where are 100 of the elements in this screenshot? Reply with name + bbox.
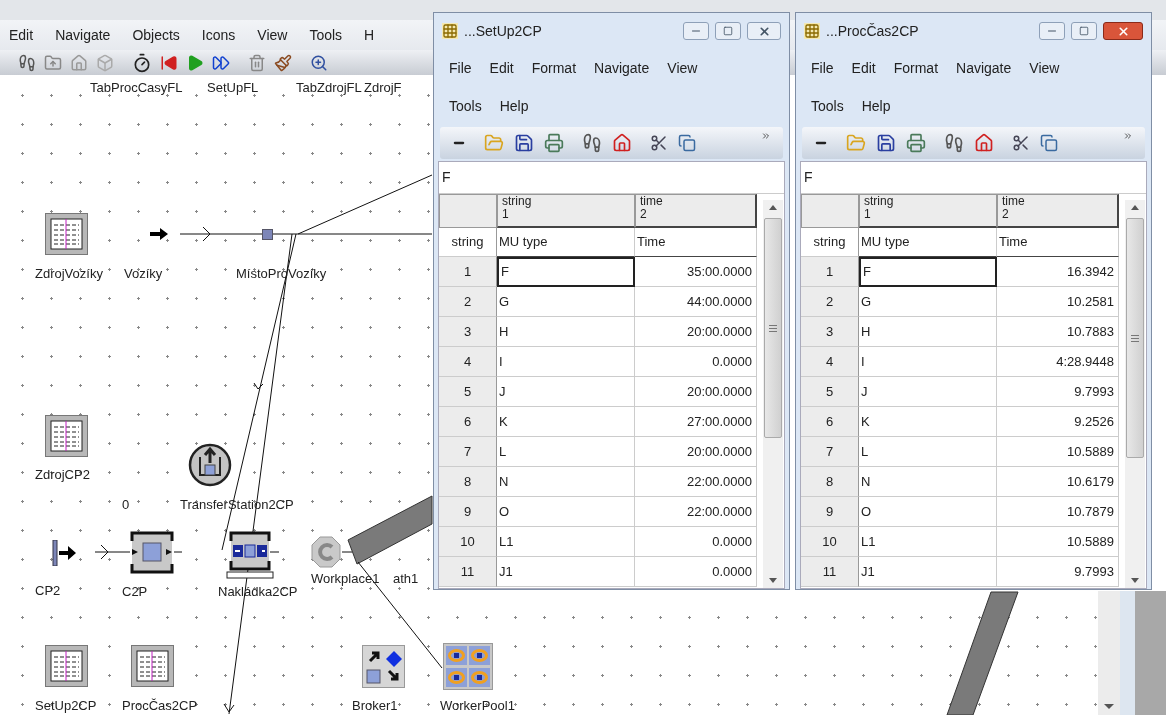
menu-item[interactable]: Icons xyxy=(193,24,244,46)
row-number[interactable]: 10 xyxy=(801,527,859,557)
table-cell[interactable]: 9.7993 xyxy=(997,377,1119,407)
station-icon[interactable] xyxy=(130,531,174,574)
path-segment[interactable] xyxy=(347,495,433,565)
column-header[interactable]: string 1 xyxy=(497,194,635,228)
row-number[interactable]: 1 xyxy=(801,257,859,287)
brush-icon[interactable] xyxy=(274,53,292,72)
save-icon[interactable] xyxy=(514,133,534,153)
scrollbar[interactable] xyxy=(1125,200,1145,588)
scissors-icon[interactable] xyxy=(1012,134,1030,152)
table-cell[interactable]: 10.5889 xyxy=(997,527,1119,557)
table-cell[interactable]: J1 xyxy=(497,557,635,587)
row-number[interactable]: 9 xyxy=(439,497,497,527)
row-number[interactable]: 5 xyxy=(439,377,497,407)
row-number[interactable]: 3 xyxy=(801,317,859,347)
menu-item[interactable]: Navigate xyxy=(47,24,119,46)
row-number[interactable]: 5 xyxy=(801,377,859,407)
menu-item[interactable]: H xyxy=(356,24,383,46)
table-cell[interactable]: 9.7993 xyxy=(997,557,1119,587)
copy-icon[interactable] xyxy=(1040,134,1058,152)
menu-item[interactable]: Navigate xyxy=(947,49,1021,87)
table-cell[interactable]: 9.2526 xyxy=(997,407,1119,437)
assembly-station-icon[interactable] xyxy=(225,531,275,580)
table-cell[interactable]: K xyxy=(859,407,997,437)
table-cell[interactable]: N xyxy=(497,467,635,497)
table-cell[interactable]: I xyxy=(497,347,635,377)
trash-icon[interactable] xyxy=(248,53,266,72)
menu-item[interactable]: Tools xyxy=(440,87,491,125)
table-cell[interactable]: 35:00.0000 xyxy=(635,257,757,287)
scroll-thumb[interactable] xyxy=(764,218,782,438)
table-cell[interactable]: J xyxy=(497,377,635,407)
row-number[interactable]: 8 xyxy=(801,467,859,497)
table-icon[interactable] xyxy=(45,213,88,255)
home-icon[interactable] xyxy=(612,133,632,153)
table-cell[interactable]: L1 xyxy=(497,527,635,557)
scroll-up-icon[interactable] xyxy=(1131,204,1139,210)
reset-icon[interactable] xyxy=(160,53,178,72)
table-cell[interactable]: 20:00.0000 xyxy=(635,437,757,467)
table-icon[interactable] xyxy=(45,645,88,687)
table-cell[interactable]: I xyxy=(859,347,997,377)
row-number[interactable]: 6 xyxy=(801,407,859,437)
row-number[interactable]: 7 xyxy=(439,437,497,467)
zoom-in-icon[interactable] xyxy=(310,53,328,72)
table-icon[interactable] xyxy=(45,415,88,457)
table-cell[interactable]: L xyxy=(859,437,997,467)
menu-item[interactable]: File xyxy=(802,49,843,87)
table-cell[interactable]: 0.0000 xyxy=(635,557,757,587)
play-icon[interactable] xyxy=(186,53,204,72)
menu-item[interactable]: Format xyxy=(522,49,586,87)
workplace-icon[interactable] xyxy=(310,535,342,569)
table-cell[interactable]: 16.3942 xyxy=(997,257,1119,287)
table-cell[interactable]: O xyxy=(497,497,635,527)
scrollbar[interactable] xyxy=(763,200,783,588)
row-number[interactable]: 11 xyxy=(801,557,859,587)
table-cell[interactable]: F xyxy=(859,257,997,287)
table-cell[interactable]: H xyxy=(859,317,997,347)
table-cell[interactable]: 27:00.0000 xyxy=(635,407,757,437)
copy-icon[interactable] xyxy=(678,134,696,152)
row-number[interactable]: 1 xyxy=(439,257,497,287)
stopwatch-icon[interactable] xyxy=(132,52,152,73)
printer-icon[interactable] xyxy=(906,133,926,153)
table-cell[interactable]: 20:00.0000 xyxy=(635,377,757,407)
table-cell[interactable]: F xyxy=(497,257,635,287)
table-cell[interactable]: 10.7883 xyxy=(997,317,1119,347)
scrollbar[interactable] xyxy=(1098,591,1120,715)
table-cell[interactable]: 22:00.0000 xyxy=(635,467,757,497)
scroll-down-icon[interactable] xyxy=(769,578,777,584)
menu-item[interactable]: Edit xyxy=(842,49,885,87)
table-cell[interactable]: 10.7879 xyxy=(997,497,1119,527)
table-cell[interactable]: 44:00.0000 xyxy=(635,287,757,317)
scroll-up-icon[interactable] xyxy=(769,204,777,210)
row-number[interactable]: 9 xyxy=(801,497,859,527)
footprints-icon[interactable] xyxy=(582,133,602,153)
row-number[interactable]: 11 xyxy=(439,557,497,587)
row-number[interactable]: 4 xyxy=(801,347,859,377)
table-cell[interactable]: 10.5889 xyxy=(997,437,1119,467)
scroll-down-icon[interactable] xyxy=(1131,578,1139,584)
overflow-icon[interactable] xyxy=(1123,131,1133,141)
table-cell[interactable]: 0.0000 xyxy=(635,347,757,377)
row-number[interactable]: 10 xyxy=(439,527,497,557)
menu-item[interactable]: Navigate xyxy=(585,49,659,87)
transfer-station-icon[interactable] xyxy=(188,443,232,487)
row-number[interactable]: 3 xyxy=(439,317,497,347)
row-number[interactable]: 2 xyxy=(439,287,497,317)
row-number[interactable]: 7 xyxy=(801,437,859,467)
arrow-icon[interactable] xyxy=(150,227,168,241)
column-header[interactable]: string 1 xyxy=(859,194,997,228)
menu-item[interactable]: Format xyxy=(884,49,948,87)
table-cell[interactable]: H xyxy=(497,317,635,347)
table-cell[interactable]: L xyxy=(497,437,635,467)
scroll-thumb[interactable] xyxy=(1126,218,1144,458)
table-cell[interactable]: 10.2581 xyxy=(997,287,1119,317)
table-cell[interactable]: J xyxy=(859,377,997,407)
menu-item[interactable]: Objects xyxy=(124,24,188,46)
table-cell[interactable]: 4:28.9448 xyxy=(997,347,1119,377)
table-cell[interactable]: N xyxy=(859,467,997,497)
table-cell[interactable]: 20:00.0000 xyxy=(635,317,757,347)
folder-up-icon[interactable] xyxy=(44,53,62,72)
table-cell[interactable]: O xyxy=(859,497,997,527)
